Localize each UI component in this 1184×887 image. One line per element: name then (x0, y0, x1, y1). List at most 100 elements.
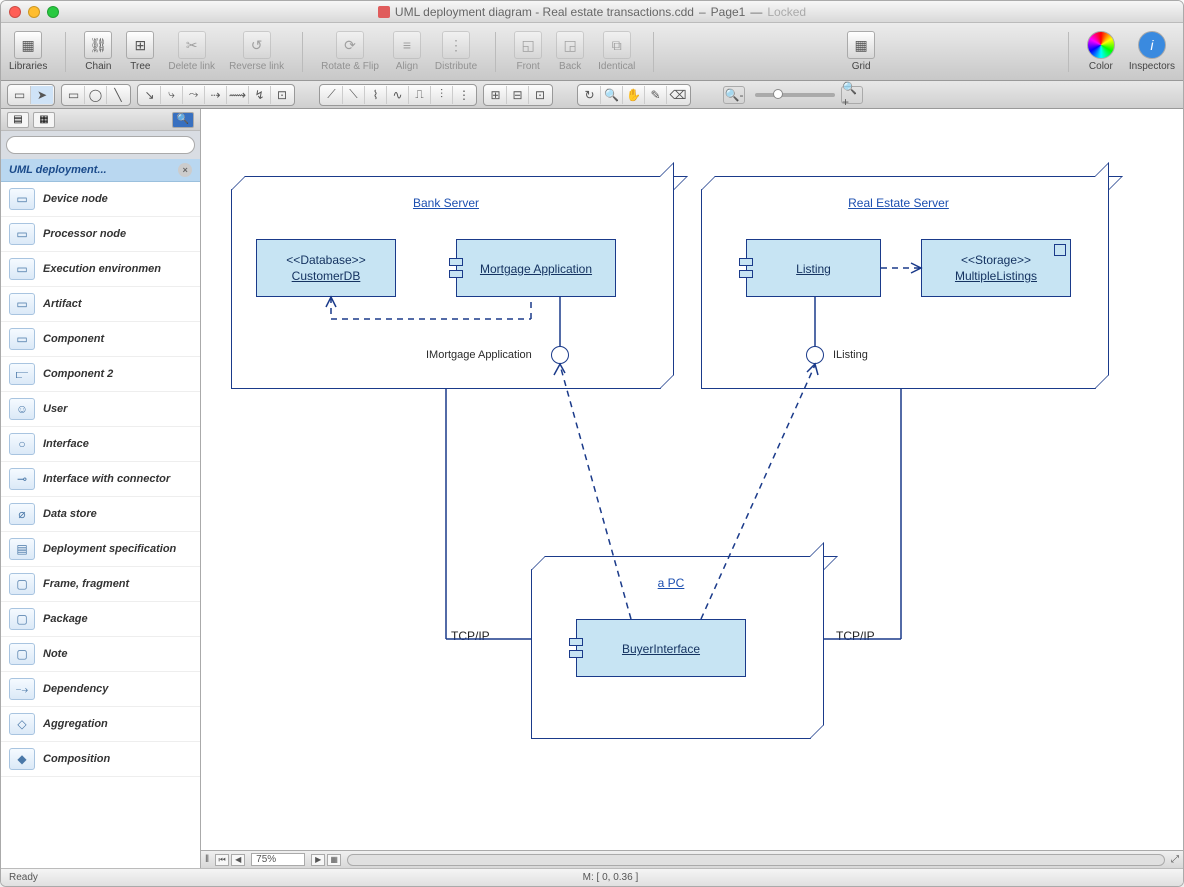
lib-item-artifact[interactable]: ▭Artifact (1, 287, 200, 322)
lib-item-package[interactable]: ▢Package (1, 602, 200, 637)
view-tool-1[interactable]: ↻ (579, 86, 601, 104)
identical-button[interactable]: ⧉Identical (598, 31, 635, 72)
lib-item-interface[interactable]: ○Interface (1, 427, 200, 462)
component-listing[interactable]: Listing (746, 239, 881, 297)
path-tool-6[interactable]: ⫶ (431, 86, 453, 104)
lib-item-component[interactable]: ▭Component (1, 322, 200, 357)
titlebar: UML deployment diagram - Real estate tra… (1, 1, 1183, 23)
lib-item-note[interactable]: ▢Note (1, 637, 200, 672)
erase-tool[interactable]: ⌫ (667, 86, 689, 104)
inspectors-button[interactable]: iInspectors (1129, 31, 1175, 72)
interface-connector-icon: ⊸ (9, 468, 35, 490)
zoom-slider[interactable] (755, 86, 835, 104)
component-customer-db[interactable]: <<Database>> CustomerDB (256, 239, 396, 297)
split-handle-icon[interactable]: ‖ (205, 854, 209, 865)
zoom-tool[interactable]: 🔍 (601, 86, 623, 104)
horizontal-scrollbar[interactable] (347, 854, 1165, 866)
lib-item-composition[interactable]: ◆Composition (1, 742, 200, 777)
diagram-canvas[interactable]: Bank Server <<Database>> CustomerDB Mort… (201, 109, 1183, 850)
path-tool-2[interactable]: ⟍ (343, 86, 365, 104)
zoom-value[interactable]: 75% (251, 853, 305, 866)
connector-tool-6[interactable]: ↯ (249, 86, 271, 104)
group-tool-2[interactable]: ⊟ (507, 86, 529, 104)
connector-tool-5[interactable]: ⟿ (227, 86, 249, 104)
color-button[interactable]: Color (1087, 31, 1115, 72)
path-tool-7[interactable]: ⋮ (453, 86, 475, 104)
separator (653, 32, 654, 72)
interface-icon: ○ (9, 433, 35, 455)
page-first-button[interactable]: ⏮ (215, 854, 229, 866)
component-buyer-interface[interactable]: BuyerInterface (576, 619, 746, 677)
distribute-icon: ⋮ (442, 31, 470, 59)
path-tool-5[interactable]: ⎍ (409, 86, 431, 104)
separator (1068, 32, 1069, 72)
pan-tool[interactable]: ✋ (623, 86, 645, 104)
path-tool-1[interactable]: ⟋ (321, 86, 343, 104)
zoom-out-button[interactable]: 🔍- (723, 86, 745, 104)
lib-item-interface-connector[interactable]: ⊸Interface with connector (1, 462, 200, 497)
component-mortgage-app[interactable]: Mortgage Application (456, 239, 616, 297)
pointer-tool[interactable]: ▭ (9, 86, 31, 104)
eyedropper-tool[interactable]: ✎ (645, 86, 667, 104)
libraries-button[interactable]: ▦ Libraries (9, 31, 47, 72)
chain-button[interactable]: ⛓Chain (84, 31, 112, 72)
group-tool-1[interactable]: ⊞ (485, 86, 507, 104)
identical-icon: ⧉ (603, 31, 631, 59)
delete-link-button[interactable]: ✂Delete link (168, 31, 215, 72)
front-button[interactable]: ◱Front (514, 31, 542, 72)
resize-handle-icon[interactable]: ⤢ (1171, 854, 1179, 865)
connector-tool-2[interactable]: ⤷ (161, 86, 183, 104)
lib-item-processor-node[interactable]: ▭Processor node (1, 217, 200, 252)
note-icon: ▢ (9, 643, 35, 665)
distribute-button[interactable]: ⋮Distribute (435, 31, 477, 72)
connector-tool-3[interactable]: ⤳ (183, 86, 205, 104)
back-button[interactable]: ◲Back (556, 31, 584, 72)
lib-item-component-2[interactable]: ⫍Component 2 (1, 357, 200, 392)
separator (495, 32, 496, 72)
rotate-flip-button[interactable]: ⟳Rotate & Flip (321, 31, 379, 72)
lib-item-frame[interactable]: ▢Frame, fragment (1, 567, 200, 602)
path-tool-3[interactable]: ⌇ (365, 86, 387, 104)
line-tool[interactable]: ╲ (107, 86, 129, 104)
lib-item-device-node[interactable]: ▭Device node (1, 182, 200, 217)
interface-ilisting[interactable] (806, 346, 824, 364)
grid-button[interactable]: ▦Grid (847, 31, 875, 72)
view-mode-1[interactable]: ▤ (7, 112, 29, 128)
connector-tool-1[interactable]: ↘ (139, 86, 161, 104)
locked-indicator: Locked (767, 5, 806, 19)
artifact-icon: ▭ (9, 293, 35, 315)
tools-bar: ▭ ➤ ▭◯╲ ↘⤷⤳⇢⟿↯⊡ ⟋⟍⌇∿⎍⫶⋮ ⊞⊟⊡ ↻🔍✋✎⌫ 🔍- 🔍+ (1, 81, 1183, 109)
tree-button[interactable]: ⊞Tree (126, 31, 154, 72)
component-multiple-listings[interactable]: <<Storage>> MultipleListings (921, 239, 1071, 297)
ellipse-tool[interactable]: ◯ (85, 86, 107, 104)
library-title-bar[interactable]: UML deployment... × (1, 159, 200, 182)
library-close-icon[interactable]: × (178, 163, 192, 177)
lib-item-deployment-spec[interactable]: ▤Deployment specification (1, 532, 200, 567)
lib-item-data-store[interactable]: ⌀Data store (1, 497, 200, 532)
group-tool-3[interactable]: ⊡ (529, 86, 551, 104)
connector-tool-4[interactable]: ⇢ (205, 86, 227, 104)
library-search-input[interactable] (6, 136, 195, 154)
lib-item-dependency[interactable]: ⤍Dependency (1, 672, 200, 707)
zoom-in-button[interactable]: 🔍+ (841, 86, 863, 104)
path-tool-4[interactable]: ∿ (387, 86, 409, 104)
page-tabs-icon[interactable]: ▦ (327, 854, 341, 866)
reverse-link-button[interactable]: ↺Reverse link (229, 31, 284, 72)
view-mode-2[interactable]: ▦ (33, 112, 55, 128)
connector-tool-7[interactable]: ⊡ (271, 86, 293, 104)
lib-item-user[interactable]: ☺User (1, 392, 200, 427)
lib-item-execution-env[interactable]: ▭Execution environmen (1, 252, 200, 287)
arrow-tool[interactable]: ➤ (31, 86, 53, 104)
lib-item-aggregation[interactable]: ◇Aggregation (1, 707, 200, 742)
node-title: Real Estate Server (702, 190, 1095, 216)
tree-icon: ⊞ (126, 31, 154, 59)
page-prev-button[interactable]: ◀ (231, 854, 245, 866)
align-button[interactable]: ≡Align (393, 31, 421, 72)
rect-tool[interactable]: ▭ (63, 86, 85, 104)
interface-imortgage[interactable] (551, 346, 569, 364)
processor-node-icon: ▭ (9, 223, 35, 245)
deployment-spec-icon: ▤ (9, 538, 35, 560)
doc-icon (378, 6, 390, 18)
page-next-button[interactable]: ▶ (311, 854, 325, 866)
lib-search-toggle[interactable]: 🔍 (172, 112, 194, 128)
